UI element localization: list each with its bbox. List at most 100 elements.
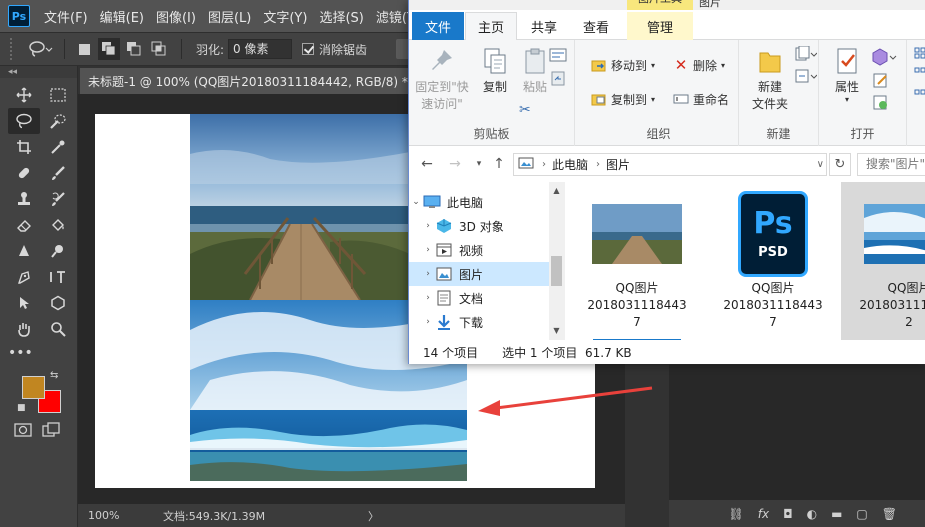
breadcrumb-chevron-icon[interactable]: › (542, 159, 546, 170)
checkbox-check-icon[interactable] (302, 43, 315, 55)
expand-chevron-icon[interactable]: › (421, 317, 435, 327)
refresh-icon[interactable]: ↻ (829, 153, 851, 176)
layer-mask-icon[interactable]: ◘ (783, 507, 793, 521)
move-tool-icon[interactable] (8, 82, 40, 108)
properties-button[interactable]: 属性 ▾ (825, 46, 869, 104)
nav-item-downloads[interactable]: › 下载 (409, 310, 549, 334)
expand-chevron-icon[interactable]: › (421, 269, 435, 279)
expand-chevron-icon[interactable]: ⌄ (409, 197, 423, 207)
nav-item-3d-objects[interactable]: › 3D 对象 (409, 214, 549, 238)
tab-share[interactable]: 共享 (521, 12, 567, 40)
up-arrow-icon[interactable]: ↑ (489, 154, 509, 174)
new-group-icon[interactable]: ▬ (831, 507, 842, 521)
tab-home[interactable]: 主页 (465, 12, 517, 40)
file-item[interactable]: QQ图片 2018031118443 7 (569, 182, 705, 340)
blur-tool-icon[interactable] (8, 238, 40, 264)
edit-toolbar-icon[interactable]: ••• (8, 342, 40, 364)
subtract-from-selection-icon[interactable] (123, 38, 145, 60)
new-layer-icon[interactable]: ▢ (856, 507, 867, 521)
feather-input[interactable]: 0 像素 (228, 39, 293, 59)
screen-mode-icon[interactable] (42, 422, 60, 441)
nav-item-pictures[interactable]: › 图片 (409, 262, 549, 286)
swap-colors-icon[interactable]: ⇆ (50, 370, 58, 381)
paste-shortcut-icon[interactable] (551, 70, 565, 89)
eraser-tool-icon[interactable] (8, 212, 40, 238)
intersect-selection-icon[interactable] (148, 38, 170, 60)
tab-view[interactable]: 查看 (573, 12, 619, 40)
marquee-tool-icon[interactable] (42, 82, 74, 108)
healing-brush-tool-icon[interactable] (8, 160, 40, 186)
nav-item-documents[interactable]: › 文档 (409, 286, 549, 310)
history-brush-tool-icon[interactable] (42, 186, 74, 212)
address-bar[interactable]: › 此电脑 › 图片 ∨ (513, 153, 827, 176)
copy-path-icon[interactable] (549, 48, 567, 65)
copy-button[interactable]: 复制 (473, 46, 517, 96)
paint-bucket-tool-icon[interactable] (42, 212, 74, 238)
new-item-icon[interactable] (795, 45, 818, 65)
move-to-dropdown-icon[interactable]: ▾ (651, 61, 655, 70)
file-item-selected[interactable]: QQ图片 2018031118443 2 (841, 182, 925, 340)
expand-chevron-icon[interactable]: › (421, 245, 435, 255)
move-to-button[interactable]: 移动到 ▾ (591, 54, 655, 76)
lasso-tool-icon[interactable] (8, 108, 40, 134)
adjustment-layer-icon[interactable]: ◐ (807, 507, 817, 521)
default-colors-icon[interactable]: ■ (17, 403, 26, 413)
menu-file[interactable]: 文件(F) (44, 7, 88, 26)
search-input[interactable]: 搜索"图片" (857, 153, 925, 176)
scroll-up-icon[interactable]: ▲ (549, 184, 564, 198)
eyedropper-tool-icon[interactable] (42, 134, 74, 160)
menu-type[interactable]: 文字(Y) (263, 7, 307, 26)
select-all-icon[interactable] (913, 46, 925, 105)
nav-item-this-pc[interactable]: ⌄ 此电脑 (409, 190, 549, 214)
copy-to-button[interactable]: 复制到 ▾ (591, 88, 655, 110)
zoom-tool-icon[interactable] (42, 316, 74, 342)
cut-icon[interactable]: ✂ (519, 102, 531, 118)
shape-tool-icon[interactable] (42, 290, 74, 316)
document-tab[interactable]: 未标题-1 @ 100% (QQ图片20180311184442, RGB/8)… (80, 68, 410, 94)
nav-item-videos[interactable]: › 视频 (409, 238, 549, 262)
back-arrow-icon[interactable]: ← (417, 154, 437, 174)
history-icon[interactable] (873, 94, 889, 113)
file-item[interactable]: Ps PSD QQ图片 2018031118443 7 (705, 182, 841, 340)
new-selection-icon[interactable] (73, 38, 95, 60)
edit-icon[interactable] (873, 72, 889, 91)
quick-selection-tool-icon[interactable] (42, 108, 74, 134)
recent-locations-icon[interactable]: ▾ (469, 154, 489, 174)
breadcrumb-pictures[interactable]: 图片 (606, 156, 630, 173)
rename-button[interactable]: 重命名 (673, 88, 729, 110)
navigation-scrollbar[interactable]: ▲ ▼ (549, 182, 564, 340)
new-folder-button[interactable]: 新建 文件夹 (743, 46, 797, 113)
menu-edit[interactable]: 编辑(E) (100, 7, 144, 26)
foreground-color-swatch[interactable] (22, 376, 45, 399)
breadcrumb-this-pc[interactable]: 此电脑 (552, 156, 588, 173)
type-tool-icon[interactable] (42, 264, 74, 290)
copy-to-dropdown-icon[interactable]: ▾ (651, 95, 655, 104)
pen-tool-icon[interactable] (8, 264, 40, 290)
brush-tool-icon[interactable] (42, 160, 74, 186)
toolbar-collapse-icon[interactable]: ◂◂ (0, 66, 77, 78)
dodge-tool-icon[interactable] (42, 238, 74, 264)
open-with-icon[interactable] (871, 48, 897, 69)
path-selection-tool-icon[interactable] (8, 290, 40, 316)
forward-arrow-icon[interactable]: → (445, 154, 465, 174)
pin-quick-access-button[interactable]: 固定到"快 速访问" (413, 46, 471, 113)
expand-chevron-icon[interactable]: › (421, 293, 435, 303)
options-grip[interactable] (10, 38, 16, 60)
antialias-checkbox[interactable]: 消除锯齿 (302, 41, 367, 58)
delete-layer-icon[interactable]: 🗑 (882, 507, 897, 521)
menu-layer[interactable]: 图层(L) (208, 7, 251, 26)
clone-stamp-tool-icon[interactable] (8, 186, 40, 212)
menu-image[interactable]: 图像(I) (156, 7, 196, 26)
zoom-level[interactable]: 100% (78, 509, 138, 522)
crop-tool-icon[interactable] (8, 134, 40, 160)
delete-button[interactable]: ✕ 删除 ▾ (673, 54, 725, 76)
scrollbar-thumb[interactable] (551, 256, 562, 286)
scroll-down-icon[interactable]: ▼ (549, 324, 564, 338)
tab-manage[interactable]: 管理 (627, 12, 693, 40)
quick-mask-icon[interactable] (14, 422, 32, 441)
address-dropdown-icon[interactable]: ∨ (817, 159, 824, 170)
add-to-selection-icon[interactable] (98, 38, 120, 60)
lasso-tool-preset-icon[interactable] (24, 38, 56, 60)
breadcrumb-chevron-icon[interactable]: › (596, 159, 600, 170)
link-layers-icon[interactable]: ⛓ (729, 507, 744, 521)
